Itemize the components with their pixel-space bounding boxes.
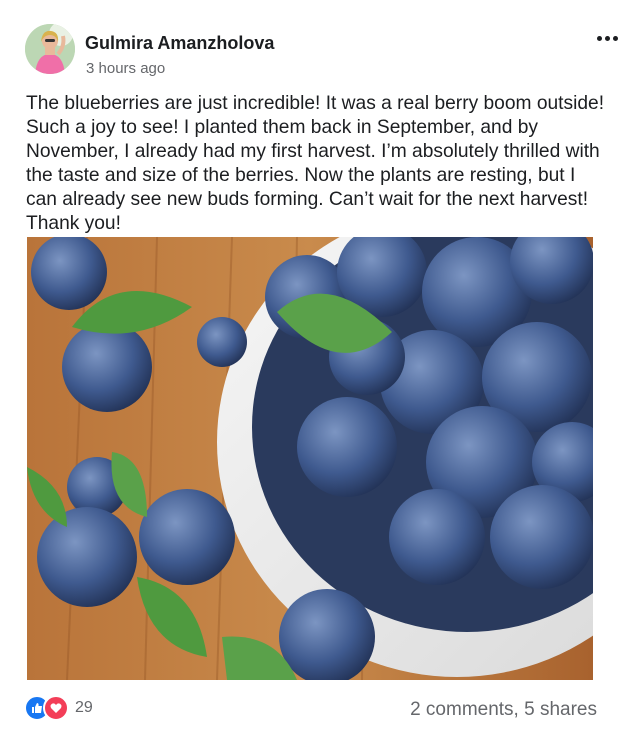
post-timestamp[interactable]: 3 hours ago [86, 60, 165, 77]
more-options-icon[interactable] [593, 26, 621, 50]
post-footer: 29 2 comments, 5 shares [24, 695, 597, 725]
reaction-summary[interactable]: 29 [24, 695, 93, 721]
author-name[interactable]: Gulmira Amanzholova [85, 33, 274, 54]
reaction-count: 29 [75, 699, 93, 716]
love-icon [43, 695, 69, 721]
author-avatar[interactable] [25, 24, 75, 74]
post-photo[interactable] [27, 237, 593, 680]
post-text: The blueberries are just incredible! It … [26, 93, 605, 234]
post-header: Gulmira Amanzholova 3 hours ago [25, 24, 621, 77]
social-post-card: Gulmira Amanzholova 3 hours ago The blue… [0, 0, 641, 745]
comments-shares-count[interactable]: 2 comments, 5 shares [410, 699, 597, 721]
blueberries-photo [27, 237, 593, 680]
